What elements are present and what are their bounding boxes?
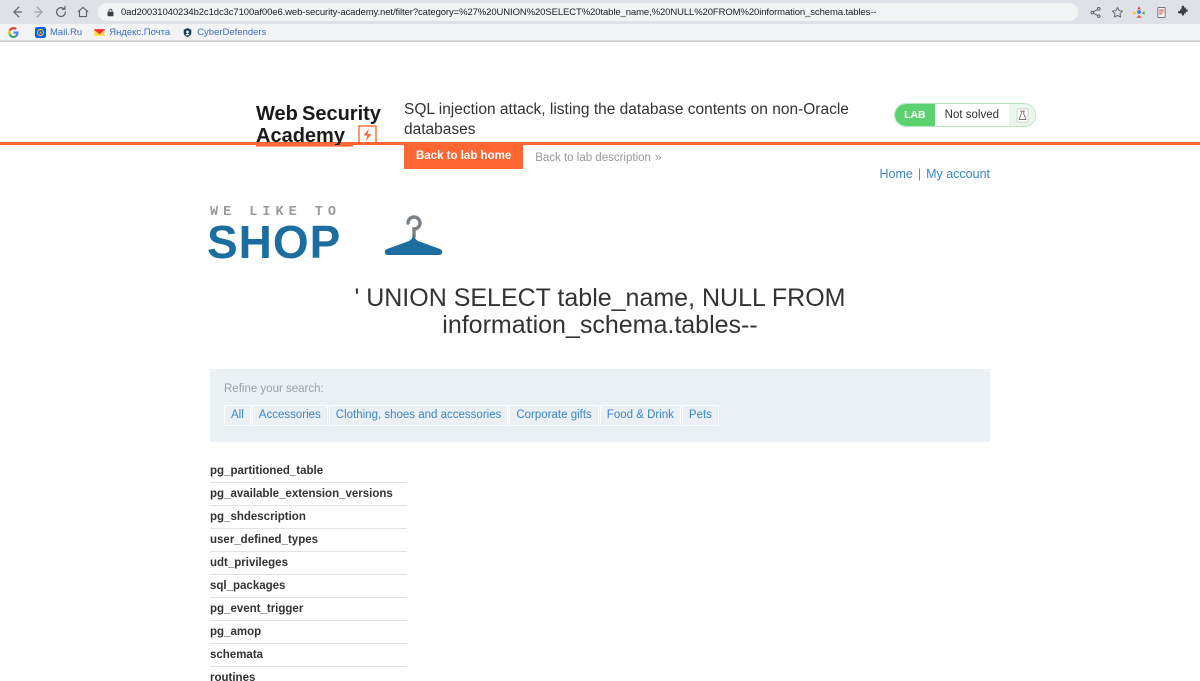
browser-chrome: 0ad20031040234b2c1dc3c7100af00e6.web-sec… [0,0,1200,42]
yandex-mail-icon [94,27,106,38]
filter-links: All Accessories Clothing, shoes and acce… [224,405,976,426]
star-bookmark-icon[interactable] [1106,1,1128,23]
table-row: pg_event_trigger [210,598,407,621]
home-button[interactable] [72,1,94,23]
svg-text:Security: Security [302,103,382,125]
back-button[interactable] [6,1,28,23]
lab-title: SQL injection attack, listing the databa… [404,101,849,138]
svg-text:Academy: Academy [256,125,346,147]
bookmark-mailru[interactable]: Mail.Ru [35,26,88,38]
nav-home-link[interactable]: Home [879,167,912,181]
bookmark-google[interactable] [8,26,29,38]
reload-button[interactable] [50,1,72,23]
filter-link-corporate-gifts[interactable]: Corporate gifts [509,405,599,426]
extension-document-icon[interactable] [1150,1,1172,23]
address-bar[interactable]: 0ad20031040234b2c1dc3c7100af00e6.web-sec… [98,3,1078,21]
lab-actions: Back to lab home Back to lab description… [404,145,662,169]
table-row: pg_available_extension_versions [210,483,407,506]
extensions-puzzle-icon[interactable] [1172,1,1194,23]
bookmark-label: CyberDefenders [197,26,267,38]
filter-link-clothing-shoes-and-accessories[interactable]: Clothing, shoes and accessories [328,405,509,426]
google-icon [8,26,19,38]
lock-icon [106,8,115,17]
share-icon[interactable] [1084,1,1106,23]
forward-button[interactable] [28,1,50,23]
extension-colorful-icon[interactable] [1128,1,1150,23]
table-row: udt_privileges [210,552,407,575]
lab-badge-label: LAB [895,104,935,126]
filter-panel: Refine your search: All Accessories Clot… [210,369,990,442]
back-to-lab-home-button[interactable]: Back to lab home [404,145,524,169]
filter-link-pets[interactable]: Pets [681,405,719,426]
browser-toolbar: 0ad20031040234b2c1dc3c7100af00e6.web-sec… [0,0,1200,24]
bookmark-yandex-mail[interactable]: Яндекс.Почта [94,27,176,38]
bookmark-cyberdefenders[interactable]: CyberDefenders [182,27,272,38]
bookmark-label: Mail.Ru [50,26,83,38]
search-term-heading: ' UNION SELECT table_name, NULL FROM inf… [354,284,846,339]
table-row: schemata [210,644,407,667]
back-to-lab-description-label: Back to lab description [535,151,651,164]
coat-hanger-icon [378,207,450,274]
table-row: sql_packages [210,575,407,598]
svg-text:Web: Web [256,103,298,125]
chevron-right-icon: » [654,149,662,164]
filter-link-accessories[interactable]: Accessories [251,405,328,426]
bookmark-label: Яндекс.Почта [109,26,171,38]
nav-separator: | [917,167,922,181]
shop-logo[interactable]: WE LIKE TO SHOP [207,195,990,274]
nav-my-account-link[interactable]: My account [926,167,990,181]
filter-link-food-and-drink[interactable]: Food & Drink [599,405,681,426]
shop-page: Home | My account WE LIKE TO SHOP ' UNION … [0,145,1200,681]
results-list: pg_partitioned_table pg_available_extens… [210,460,990,681]
table-row: pg_partitioned_table [210,460,407,483]
table-row: pg_shdescription [210,506,407,529]
back-to-lab-description-link[interactable]: Back to lab description» [535,150,661,164]
table-row: pg_amop [210,621,407,644]
lab-header: Web Security Academy SQL injection attac… [0,42,1200,169]
bookmarks-bar: Mail.Ru Яндекс.Почта CyberDefenders [0,24,1200,41]
url-text: 0ad20031040234b2c1dc3c7100af00e6.web-sec… [121,6,877,18]
table-row: user_defined_types [210,529,407,552]
table-row: routines [210,672,256,681]
lab-status-badge[interactable]: LAB Not solved [894,103,1036,127]
cyberdefenders-icon [182,27,193,38]
lab-status-text: Not solved [934,104,1009,126]
mailru-icon [35,26,46,38]
web-security-academy-logo[interactable]: Web Security Academy [256,100,396,157]
filter-link-all[interactable]: All [224,405,251,426]
filter-label: Refine your search: [224,383,324,395]
flask-icon[interactable] [1009,104,1035,126]
shop-logo-name: SHOP [207,216,342,268]
